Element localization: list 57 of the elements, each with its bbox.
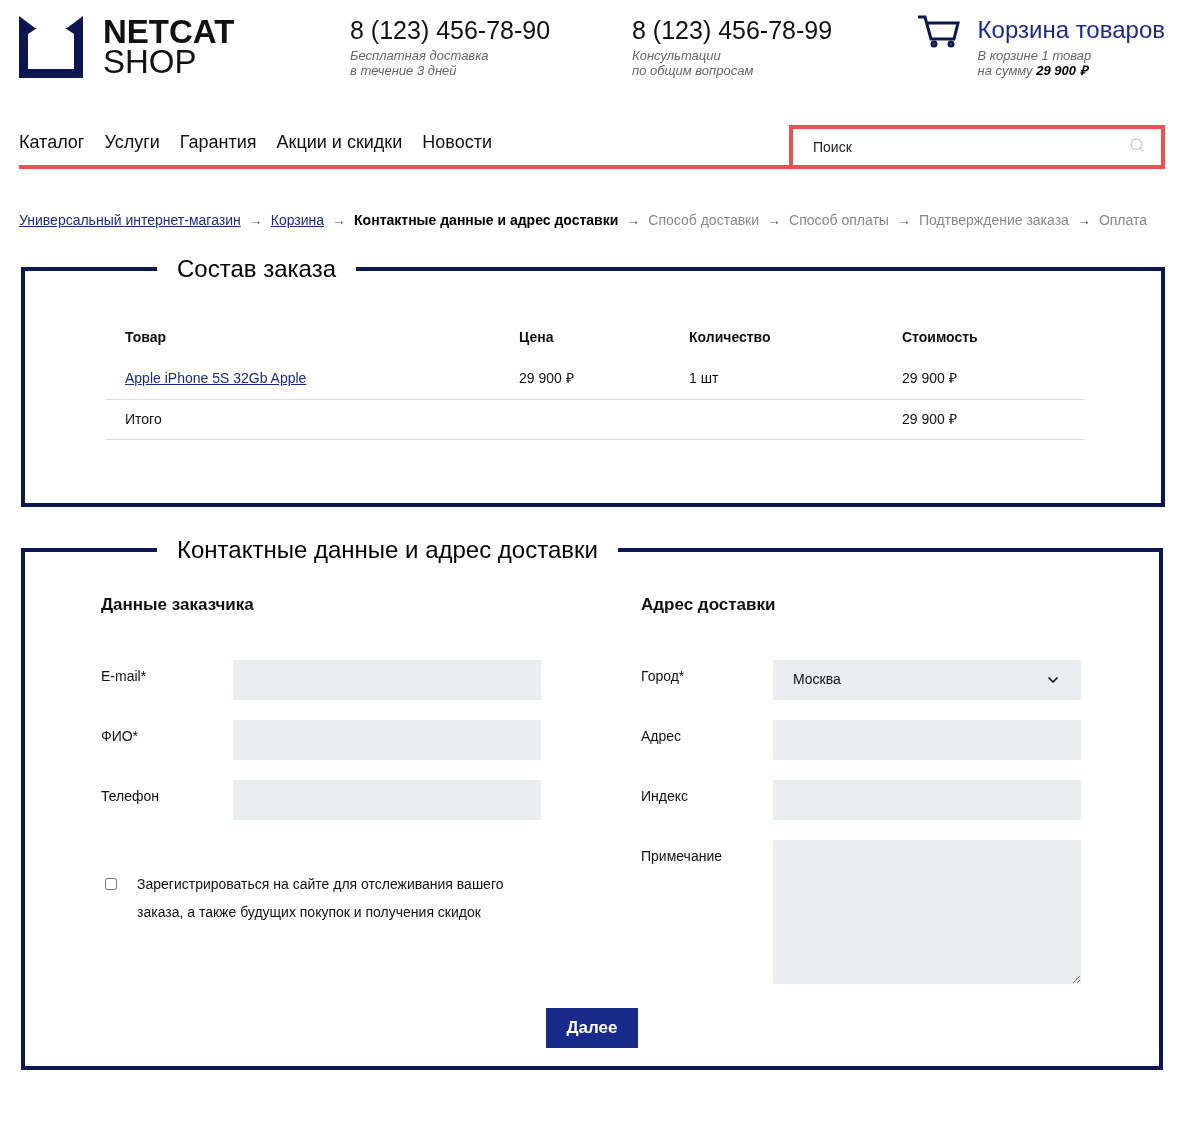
- breadcrumb-arrow: →: [896, 211, 911, 230]
- breadcrumb-arrow: →: [332, 211, 347, 230]
- column-header: Стоимость: [901, 328, 979, 347]
- breadcrumb-link[interactable]: Универсальный интернет-магазин: [19, 210, 241, 231]
- field-label: Адрес: [641, 726, 683, 746]
- product-link[interactable]: Apple iPhone 5S 32Gb Apple: [125, 370, 307, 386]
- breadcrumb-current: Контактные данные и адрес доставки: [354, 211, 619, 230]
- phone-number: 8 (123) 456-78-99: [632, 16, 834, 44]
- nav-link[interactable]: Каталог: [19, 129, 85, 156]
- breadcrumb-arrow: →: [626, 211, 641, 230]
- column-header: Товар: [124, 328, 167, 347]
- cart-summary: В корзине 1 товар на сумму 29 900 ₽: [977, 48, 1093, 78]
- field-label: Телефон: [101, 786, 161, 806]
- field-label: ФИО*: [101, 726, 140, 746]
- next-button[interactable]: Далее: [546, 1007, 638, 1048]
- field-label: Примечание: [641, 846, 724, 866]
- section-title: Контактные данные и адрес доставки: [176, 538, 599, 562]
- table-cell: 1 шт: [669, 368, 882, 400]
- breadcrumb-step: Способ доставки: [648, 210, 760, 231]
- search-field[interactable]: Поиск: [789, 125, 1165, 165]
- breadcrumb-step: Оплата: [1098, 210, 1148, 231]
- breadcrumb-arrow: →: [767, 211, 782, 230]
- table-cell: 29 900 ₽: [882, 399, 1085, 440]
- field-label: Город*: [641, 666, 686, 686]
- cat-logo-icon: [19, 16, 83, 78]
- register-checkbox[interactable]: [105, 877, 117, 890]
- breadcrumb-link[interactable]: Корзина: [270, 210, 325, 231]
- cart-icon[interactable]: [917, 14, 960, 48]
- column-header: Цена: [518, 328, 555, 347]
- nav-link[interactable]: Новости: [422, 129, 492, 156]
- logo-text: NETCAT: [103, 17, 235, 47]
- register-label: Зарегистрироваться на сайте для отслеживания вашего заказа, а также будущих покупок и получения скидок: [137, 874, 505, 922]
- nav-link[interactable]: Акции и скидки: [276, 129, 403, 156]
- table-cell: 29 900 ₽: [882, 368, 1085, 400]
- breadcrumb-step: Подтверждение заказа: [918, 210, 1069, 231]
- nav-link[interactable]: Услуги: [104, 129, 160, 156]
- breadcrumb-arrow: →: [248, 211, 263, 230]
- cart-link[interactable]: Корзина товаров: [977, 16, 1165, 44]
- table-cell: 29 900 ₽: [499, 368, 669, 400]
- section-title: Состав заказа: [176, 257, 337, 281]
- breadcrumb-arrow: →: [1076, 211, 1091, 230]
- phone-number: 8 (123) 456-78-90: [350, 16, 552, 44]
- phone-note: Бесплатная доставка в течение 3 дней: [350, 48, 490, 78]
- search-icon[interactable]: [1129, 137, 1145, 153]
- column-heading: Данные заказчика: [101, 594, 255, 616]
- table-cell: Итого: [105, 399, 499, 440]
- field-label: Индекс: [641, 786, 690, 806]
- breadcrumb-step: Способ оплаты: [789, 210, 889, 231]
- column-heading: Адрес доставки: [641, 594, 777, 616]
- phone-note: Консультации по общим вопросам: [632, 48, 755, 78]
- field-label: E-mail*: [101, 666, 148, 686]
- select-value: Москва: [793, 670, 841, 689]
- column-header: Количество: [688, 328, 772, 347]
- city-select[interactable]: Москва: [773, 659, 1081, 700]
- nav-link[interactable]: Гарантия: [179, 129, 257, 156]
- logo-text: SHOP: [103, 47, 198, 77]
- note-field[interactable]: [773, 839, 1081, 984]
